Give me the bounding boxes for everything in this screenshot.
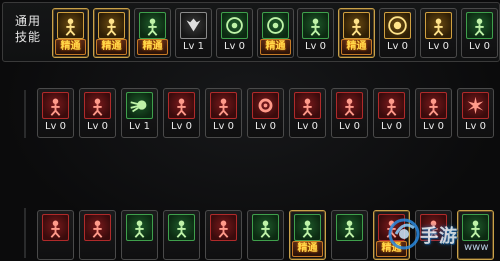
skill-slot[interactable]	[331, 210, 368, 260]
mastery-badge: 精通	[137, 39, 168, 55]
skill-slot[interactable]: 精通	[52, 8, 89, 58]
skill-slot[interactable]: Lv 0	[297, 8, 334, 58]
skill-level: Lv 0	[386, 41, 409, 52]
eye-icon	[384, 12, 411, 39]
fireball-icon	[126, 92, 153, 119]
watermark-logo-icon	[388, 218, 420, 250]
skill-level: Lv 0	[338, 121, 361, 132]
skill-slot[interactable]: Lv 0	[415, 88, 452, 138]
skill-level: Lv 0	[44, 121, 67, 132]
run-icon	[98, 12, 125, 39]
watermark: 手游 www	[384, 212, 496, 258]
skill-slot[interactable]	[79, 210, 116, 260]
skill-level: Lv 0	[254, 121, 277, 132]
slash-icon	[42, 92, 69, 119]
skill-level: Lv 0	[422, 121, 445, 132]
target-icon	[221, 12, 248, 39]
skill-slot[interactable]	[205, 210, 242, 260]
watermark-text: 手游	[420, 226, 458, 247]
punch-icon	[252, 214, 279, 241]
skill-level: Lv 0	[427, 41, 450, 52]
skill-slot[interactable]: Lv 0	[379, 8, 416, 58]
crouch-icon	[302, 12, 329, 39]
claw-icon	[294, 92, 321, 119]
flex-icon	[168, 92, 195, 119]
skill-level: Lv 0	[468, 41, 491, 52]
dash-icon	[126, 214, 153, 241]
spike-icon	[42, 214, 69, 241]
skill-slot[interactable]: 精通	[257, 8, 294, 58]
skill-slot[interactable]: 精通	[289, 210, 326, 260]
skill-slot[interactable]	[247, 210, 284, 260]
label-line-2: 技能	[14, 30, 41, 44]
wings-icon	[180, 12, 207, 39]
skill-slot[interactable]: 精通	[134, 8, 171, 58]
lunge-icon	[210, 214, 237, 241]
divider	[24, 90, 26, 138]
strike-icon	[210, 92, 237, 119]
skill-slot[interactable]	[37, 210, 74, 260]
label-line-1: 通用	[14, 14, 41, 28]
common-skills-label: 通用 技能	[11, 13, 45, 45]
skill-slot[interactable]: Lv 0	[205, 88, 242, 138]
skill-slot[interactable]: Lv 1	[175, 8, 212, 58]
burst-icon	[462, 92, 489, 119]
crosshair-icon	[262, 12, 289, 39]
skill-slot[interactable]: 精通	[93, 8, 130, 58]
skill-slot[interactable]: Lv 0	[216, 8, 253, 58]
skill-slot[interactable]	[121, 210, 158, 260]
uppercut-icon	[378, 92, 405, 119]
watermark-sub: www	[464, 242, 489, 253]
mastery-badge: 精通	[260, 39, 291, 55]
charge-icon	[343, 12, 370, 39]
skill-level: Lv 0	[464, 121, 487, 132]
gear-icon	[252, 92, 279, 119]
hammer-icon	[420, 92, 447, 119]
mastery-badge: 精通	[55, 39, 86, 55]
skill-level: Lv 1	[128, 121, 151, 132]
muscle-icon	[425, 12, 452, 39]
skill-slot[interactable]: Lv 0	[461, 8, 498, 58]
skill-level: Lv 0	[296, 121, 319, 132]
skill-panel: 通用 技能 精通 精通 精通 Lv 1 Lv 0 精通 Lv 0 精通 Lv 0 Lv 0 Lv 0…	[0, 0, 500, 261]
sprint-icon	[139, 12, 166, 39]
kick-icon	[84, 214, 111, 241]
skill-level: Lv 0	[212, 121, 235, 132]
skill-level: Lv 0	[170, 121, 193, 132]
skill-slot[interactable]: Lv 0	[331, 88, 368, 138]
mastery-badge: 精通	[341, 39, 372, 55]
skill-slot[interactable]: Lv 0	[420, 8, 457, 58]
skill-level: Lv 0	[223, 41, 246, 52]
kneel-icon	[57, 12, 84, 39]
mastery-badge: 精通	[96, 39, 127, 55]
skill-slot[interactable]: Lv 1	[121, 88, 158, 138]
skill-slot[interactable]: Lv 0	[247, 88, 284, 138]
skill-slot[interactable]: Lv 0	[37, 88, 74, 138]
skill-slot[interactable]: Lv 0	[373, 88, 410, 138]
skill-level: Lv 0	[304, 41, 327, 52]
mastery-badge: 精通	[292, 241, 323, 257]
skill-slot[interactable]	[163, 210, 200, 260]
skill-level: Lv 0	[380, 121, 403, 132]
power-icon	[294, 214, 321, 241]
skill-level: Lv 0	[86, 121, 109, 132]
skill-slot[interactable]: Lv 0	[289, 88, 326, 138]
skill-slot[interactable]: Lv 0	[457, 88, 494, 138]
armor-icon	[84, 92, 111, 119]
leap-icon	[336, 92, 363, 119]
skill-slot[interactable]: Lv 0	[163, 88, 200, 138]
figure-icon	[466, 12, 493, 39]
divider	[24, 208, 26, 258]
skill-slot[interactable]: Lv 0	[79, 88, 116, 138]
tackle-icon	[168, 214, 195, 241]
skill-level: Lv 1	[182, 41, 205, 52]
skill-slot[interactable]: 精通	[338, 8, 375, 58]
grab-icon	[336, 214, 363, 241]
